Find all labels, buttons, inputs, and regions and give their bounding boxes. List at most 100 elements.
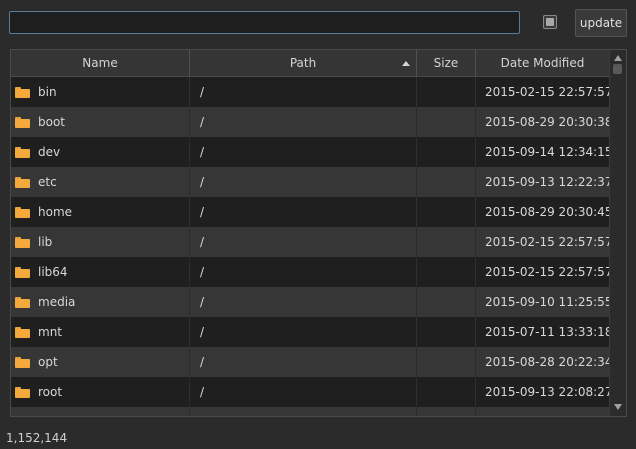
date-modified-cell: 2015-09-13 22:08:27 (476, 377, 609, 407)
table-row[interactable]: home / 2015-08-29 20:30:45 (11, 197, 609, 227)
name-cell: mnt (11, 317, 190, 347)
table-row[interactable]: media / 2015-09-10 11:25:55 (11, 287, 609, 317)
folder-icon (15, 296, 30, 308)
folder-icon (15, 356, 30, 368)
size-cell (417, 167, 476, 197)
column-header-label: Path (289, 56, 317, 70)
vertical-scrollbar[interactable] (609, 50, 626, 416)
status-item-count: 1,152,144 (6, 431, 68, 445)
date-modified-cell-text: 2015-09-13 22:08:27 (485, 385, 609, 399)
path-cell: / (190, 107, 417, 137)
date-modified-cell-text: 2015-08-28 20:22:34 (485, 355, 609, 369)
folder-icon (15, 326, 30, 338)
path-cell-text: / (200, 295, 205, 309)
size-cell (417, 197, 476, 227)
path-cell: / (190, 167, 417, 197)
date-modified-cell: 2015-08-29 20:30:38 (476, 107, 609, 137)
table-row[interactable]: opt / 2015-08-28 20:22:34 (11, 347, 609, 377)
folder-icon (15, 146, 30, 158)
date-modified-cell: 2015-09-14 12:34:15 (476, 137, 609, 167)
path-cell-text: / (200, 145, 205, 159)
name-cell: etc (11, 167, 190, 197)
size-cell (417, 137, 476, 167)
name-cell: media (11, 287, 190, 317)
date-modified-cell: 2015-09-13 12:22:37 (476, 167, 609, 197)
folder-icon (15, 176, 30, 188)
path-cell: / (190, 227, 417, 257)
name-cell: home (11, 197, 190, 227)
path-cell: / (190, 257, 417, 287)
scroll-down-arrow-icon[interactable] (614, 404, 622, 410)
scroll-up-arrow-icon[interactable] (614, 55, 622, 61)
name-cell-text: etc (38, 175, 57, 189)
path-cell: / (190, 347, 417, 377)
size-cell (417, 347, 476, 377)
table-row[interactable] (11, 407, 609, 418)
results-table: Name Path Size Date Modified bin / 2015-02… (10, 49, 627, 417)
column-header-label: Name (82, 56, 118, 70)
table-row[interactable]: lib / 2015-02-15 22:57:57 (11, 227, 609, 257)
folder-icon (15, 116, 30, 128)
folder-icon (15, 206, 30, 218)
date-modified-cell-text: 2015-02-15 22:57:57 (485, 265, 609, 279)
table-row[interactable]: bin / 2015-02-15 22:57:57 (11, 77, 609, 107)
column-header-name[interactable]: Name (11, 50, 190, 76)
path-cell: / (190, 197, 417, 227)
date-modified-cell-text: 2015-02-15 22:57:57 (485, 85, 609, 99)
folder-icon (15, 266, 30, 278)
date-modified-cell-text: 2015-09-14 12:34:15 (485, 145, 609, 159)
sort-ascending-icon (402, 61, 410, 66)
path-cell-text: / (200, 325, 205, 339)
name-cell: lib64 (11, 257, 190, 287)
folder-icon (15, 236, 30, 248)
name-cell: opt (11, 347, 190, 377)
name-cell-text: media (38, 295, 76, 309)
name-cell-text: home (38, 205, 73, 219)
path-cell-text: / (200, 175, 205, 189)
size-cell (417, 377, 476, 407)
date-modified-cell: 2015-08-28 20:22:34 (476, 347, 609, 377)
scroll-thumb[interactable] (613, 64, 622, 74)
path-cell-text: / (200, 385, 205, 399)
name-cell-text: lib64 (38, 265, 68, 279)
folder-icon (15, 417, 30, 418)
name-cell-text: lib (38, 235, 53, 249)
date-modified-cell-text: 2015-08-29 20:30:38 (485, 115, 609, 129)
size-cell (417, 227, 476, 257)
date-modified-cell: 2015-09-10 11:25:55 (476, 287, 609, 317)
size-cell (417, 317, 476, 347)
path-cell: / (190, 77, 417, 107)
name-cell: root (11, 377, 190, 407)
name-cell: boot (11, 107, 190, 137)
table-row[interactable]: boot / 2015-08-29 20:30:38 (11, 107, 609, 137)
column-header-path[interactable]: Path (190, 50, 417, 76)
path-cell: / (190, 377, 417, 407)
column-header-label: Date Modified (500, 56, 585, 70)
name-cell (11, 407, 190, 418)
table-row[interactable]: root / 2015-09-13 22:08:27 (11, 377, 609, 407)
name-cell-text: opt (38, 355, 58, 369)
path-cell-text: / (200, 265, 205, 279)
table-row[interactable]: dev / 2015-09-14 12:34:15 (11, 137, 609, 167)
table-row[interactable]: mnt / 2015-07-11 13:33:18 (11, 317, 609, 347)
table-row[interactable]: etc / 2015-09-13 12:22:37 (11, 167, 609, 197)
column-header-label: Size (433, 56, 459, 70)
path-cell-text: / (200, 235, 205, 249)
date-modified-cell (476, 407, 609, 416)
path-cell-text: / (200, 205, 205, 219)
option-checkbox[interactable] (543, 15, 557, 29)
name-cell: dev (11, 137, 190, 167)
path-cell: / (190, 317, 417, 347)
date-modified-cell-text: 2015-09-13 12:22:37 (485, 175, 609, 189)
name-cell-text: boot (38, 115, 66, 129)
date-modified-cell-text: 2015-02-15 22:57:57 (485, 235, 609, 249)
folder-icon (15, 386, 30, 398)
column-header-size[interactable]: Size (417, 50, 476, 76)
update-button[interactable]: update (575, 9, 627, 37)
name-cell: bin (11, 77, 190, 107)
path-cell-text: / (200, 85, 205, 99)
table-row[interactable]: lib64 / 2015-02-15 22:57:57 (11, 257, 609, 287)
column-header-date-modified[interactable]: Date Modified (476, 50, 609, 76)
search-input[interactable] (9, 11, 520, 34)
name-cell-text: dev (38, 145, 61, 159)
